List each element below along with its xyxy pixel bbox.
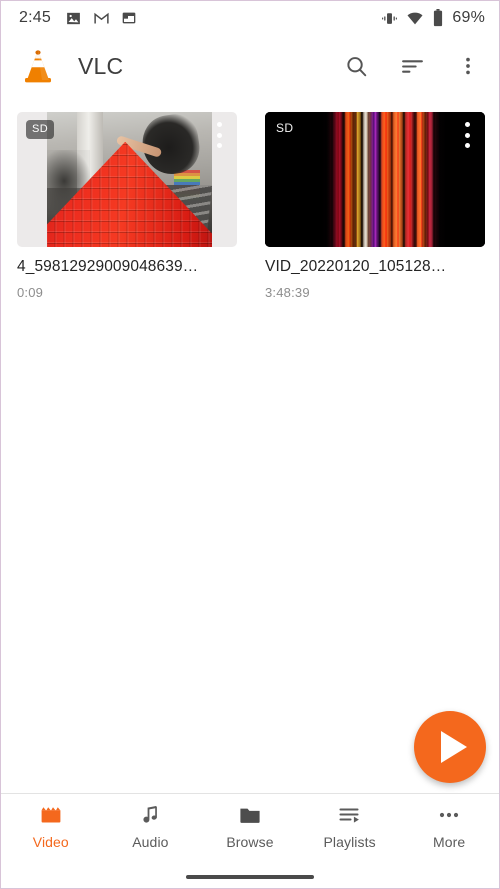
- nav-label-video: Video: [32, 834, 69, 850]
- bottom-navigation: Video Audio Browse Playlists More: [1, 793, 499, 866]
- nav-label-playlists: Playlists: [323, 834, 376, 850]
- nav-item-more[interactable]: More: [399, 803, 499, 850]
- color-stripes-thumbnail: [265, 112, 485, 247]
- folder-icon: [237, 803, 263, 827]
- red-cup-pyramid-thumbnail: [47, 112, 212, 247]
- nav-item-audio[interactable]: Audio: [101, 803, 201, 850]
- nav-label-browse: Browse: [226, 834, 274, 850]
- vlc-cone-logo: [18, 46, 58, 86]
- music-note-icon: [138, 803, 162, 827]
- video-list-content: SD 4_59812929009048639… 0:09 SD VID_2022…: [1, 97, 499, 793]
- video-thumbnail[interactable]: SD: [265, 112, 485, 247]
- status-bar: 2:45 69%: [1, 1, 499, 35]
- battery-percent: 69%: [452, 9, 485, 26]
- status-system-icons: 69%: [381, 9, 485, 27]
- nav-item-playlists[interactable]: Playlists: [300, 803, 400, 850]
- video-duration: 0:09: [17, 285, 44, 300]
- search-icon[interactable]: [343, 53, 369, 79]
- sort-icon[interactable]: [399, 53, 425, 79]
- gesture-bar: [1, 866, 499, 888]
- play-fab[interactable]: [414, 711, 486, 783]
- video-options-icon[interactable]: [211, 122, 227, 148]
- video-card[interactable]: SD 4_59812929009048639… 0:09: [17, 112, 237, 300]
- video-thumbnail[interactable]: SD: [17, 112, 237, 247]
- gmail-icon: [93, 10, 110, 27]
- photos-icon: [65, 10, 82, 27]
- nav-label-more: More: [433, 834, 466, 850]
- video-card[interactable]: SD VID_20220120_105128… 3:48:39: [265, 112, 485, 300]
- playlist-icon: [337, 803, 362, 827]
- quality-badge: SD: [276, 121, 294, 135]
- page-title: VLC: [78, 52, 124, 79]
- video-grid: SD 4_59812929009048639… 0:09 SD VID_2022…: [1, 97, 499, 300]
- app-bar: VLC: [1, 35, 499, 97]
- nav-item-browse[interactable]: Browse: [200, 803, 300, 850]
- nav-label-audio: Audio: [132, 834, 169, 850]
- status-time: 2:45: [19, 9, 51, 26]
- video-title: 4_59812929009048639…: [17, 258, 199, 275]
- app-bar-actions: [343, 53, 481, 79]
- vibrate-icon: [381, 10, 398, 27]
- app-window: 2:45 69% VLC SD 4_59812929009048639… 0:0…: [1, 1, 499, 888]
- clapperboard-icon: [38, 803, 64, 827]
- video-options-icon[interactable]: [459, 122, 475, 148]
- play-icon: [440, 731, 467, 763]
- status-notification-icons: [65, 10, 137, 27]
- overflow-menu-icon[interactable]: [455, 53, 481, 79]
- video-duration: 3:48:39: [265, 285, 310, 300]
- battery-icon: [432, 9, 444, 27]
- quality-badge: SD: [26, 120, 55, 139]
- nav-item-video[interactable]: Video: [1, 803, 101, 850]
- gesture-pill[interactable]: [186, 875, 314, 879]
- wifi-icon: [406, 9, 424, 27]
- calendar-icon: [121, 10, 137, 26]
- more-dots-icon: [436, 803, 462, 827]
- video-title: VID_20220120_105128…: [265, 258, 447, 275]
